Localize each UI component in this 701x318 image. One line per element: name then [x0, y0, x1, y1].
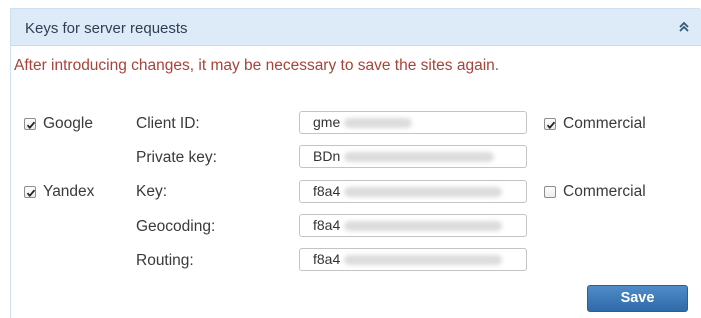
google-enabled-label: Google [43, 115, 93, 132]
private-key-field[interactable]: BDn [299, 145, 527, 168]
checked-checkbox-icon[interactable] [544, 118, 556, 130]
geocoding-field[interactable]: f8a4 [299, 214, 527, 237]
panel-header[interactable]: Keys for server requests [11, 9, 701, 46]
geocoding-value: f8a4 [313, 217, 341, 233]
routing-value: f8a4 [313, 251, 341, 267]
panel-title: Keys for server requests [25, 20, 188, 37]
google-commercial-checkbox[interactable]: Commercial [544, 115, 646, 133]
client-id-label: Client ID: [136, 115, 200, 132]
redacted-text [344, 152, 495, 163]
checked-checkbox-icon[interactable] [24, 186, 36, 198]
private-key-value: BDn [313, 148, 341, 164]
save-button[interactable]: Save [587, 285, 688, 312]
client-id-value: gme [313, 114, 341, 130]
google-commercial-label: Commercial [563, 115, 646, 132]
redacted-text [344, 187, 503, 198]
geocoding-label: Geocoding: [136, 218, 216, 235]
routing-label: Routing: [136, 252, 194, 269]
routing-field[interactable]: f8a4 [299, 248, 527, 271]
google-enabled-checkbox[interactable]: Google [24, 115, 93, 133]
client-id-field[interactable]: gme [299, 111, 527, 134]
yandex-key-field[interactable]: f8a4 [299, 180, 527, 203]
checked-checkbox-icon[interactable] [24, 118, 36, 130]
yandex-enabled-label: Yandex [43, 183, 95, 200]
yandex-key-value: f8a4 [313, 183, 341, 199]
yandex-enabled-checkbox[interactable]: Yandex [24, 183, 94, 201]
yandex-commercial-checkbox[interactable]: Commercial [544, 183, 646, 201]
redacted-text [344, 118, 413, 129]
unchecked-checkbox-icon[interactable] [544, 186, 556, 198]
redacted-text [344, 255, 503, 266]
redacted-text [344, 221, 503, 232]
double-chevron-up-icon[interactable] [677, 20, 691, 34]
private-key-label: Private key: [136, 149, 217, 166]
save-sites-notice: After introducing changes, it may be nec… [14, 57, 500, 74]
yandex-key-label: Key: [136, 183, 168, 200]
yandex-commercial-label: Commercial [563, 183, 646, 200]
